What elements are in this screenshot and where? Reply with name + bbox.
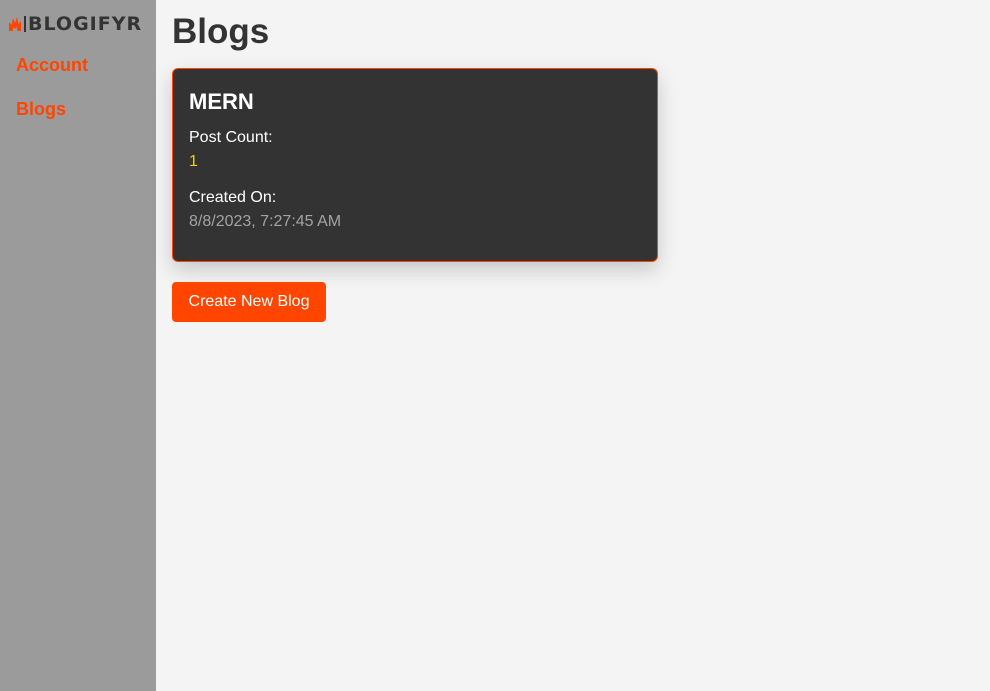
logo[interactable]: BLOGIFYR <box>8 12 142 36</box>
logo-divider <box>24 16 26 32</box>
post-count-label: Post Count: <box>189 129 273 146</box>
sidebar: BLOGIFYR Account Blogs <box>0 0 156 691</box>
blog-name: MERN <box>189 89 254 114</box>
flame-icon <box>9 17 21 31</box>
page-title: Blogs <box>172 12 270 51</box>
post-count-value: 1 <box>189 153 198 170</box>
logo-text: BLOGIFYR <box>28 13 143 35</box>
app-root: BLOGIFYR Account Blogs Blogs MERN Post C… <box>0 0 990 691</box>
sidebar-item-blogs[interactable]: Blogs <box>16 99 66 120</box>
blog-card[interactable]: MERN Post Count: 1 Created On: 8/8/2023,… <box>172 68 658 262</box>
created-on-label: Created On: <box>189 189 277 206</box>
create-new-blog-button[interactable]: Create New Blog <box>172 282 326 322</box>
created-on-value: 8/8/2023, 7:27:45 AM <box>189 213 342 230</box>
main-content: Blogs MERN Post Count: 1 Created On: 8/8… <box>156 0 990 691</box>
sidebar-item-account[interactable]: Account <box>16 55 88 76</box>
